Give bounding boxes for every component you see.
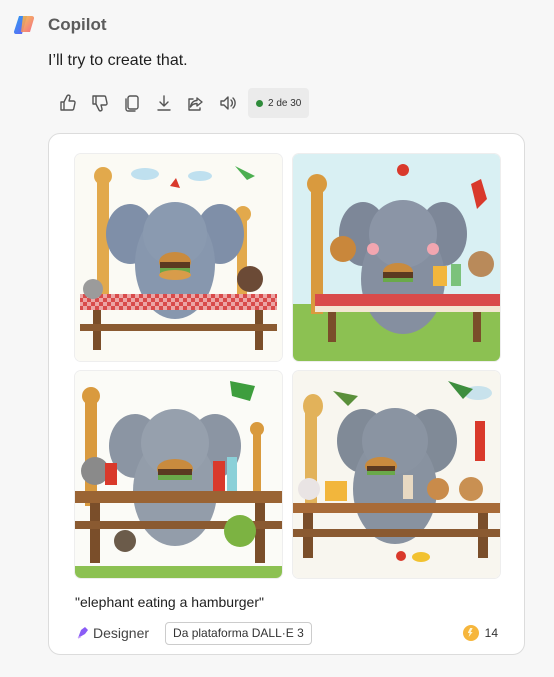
thumbs-up-button[interactable] <box>52 88 84 118</box>
boost-lightning-icon <box>462 625 479 641</box>
assistant-message: I’ll try to create that. <box>48 52 188 69</box>
platform-badge: Da plataforma DALL·E 3 <box>165 621 312 645</box>
elephant-hamburger-illustration-icon <box>75 154 282 361</box>
read-aloud-button[interactable] <box>212 88 244 118</box>
thumbs-down-icon <box>92 95 108 112</box>
status-dot-icon <box>256 99 263 107</box>
boost-count-value: 14 <box>484 626 498 640</box>
prompt-caption: "elephant eating a hamburger" <box>75 594 264 610</box>
generated-image-4[interactable] <box>293 371 500 578</box>
copilot-logo-icon <box>12 12 38 38</box>
elephant-hamburger-illustration-icon <box>293 371 500 578</box>
boost-count: 14 <box>462 625 498 641</box>
elephant-hamburger-illustration-icon <box>293 154 500 361</box>
generated-image-1[interactable] <box>75 154 282 361</box>
image-result-card: "elephant eating a hamburger" Designer D… <box>48 133 525 655</box>
response-counter: 2 de 30 <box>248 88 310 118</box>
speaker-icon <box>220 96 236 110</box>
generated-image-2[interactable] <box>293 154 500 361</box>
copy-icon <box>125 95 139 112</box>
download-button[interactable] <box>148 88 180 118</box>
thumbs-down-button[interactable] <box>84 88 116 118</box>
designer-label: Designer <box>93 625 150 641</box>
message-toolbar: 2 de 30 <box>52 88 310 118</box>
copy-button[interactable] <box>116 88 148 118</box>
thumbs-up-icon <box>60 94 76 111</box>
elephant-hamburger-illustration-icon <box>75 371 282 578</box>
share-icon <box>188 97 203 111</box>
app-header: Copilot <box>12 12 107 38</box>
share-button[interactable] <box>180 88 212 118</box>
image-grid <box>75 154 500 578</box>
download-icon <box>157 95 171 111</box>
designer-link[interactable]: Designer <box>75 625 149 641</box>
image-result-footer: Designer Da plataforma DALL·E 3 14 <box>75 621 498 645</box>
designer-icon <box>77 627 88 639</box>
app-title: Copilot <box>48 15 107 34</box>
generated-image-3[interactable] <box>75 371 282 578</box>
response-counter-text: 2 de 30 <box>268 97 302 109</box>
